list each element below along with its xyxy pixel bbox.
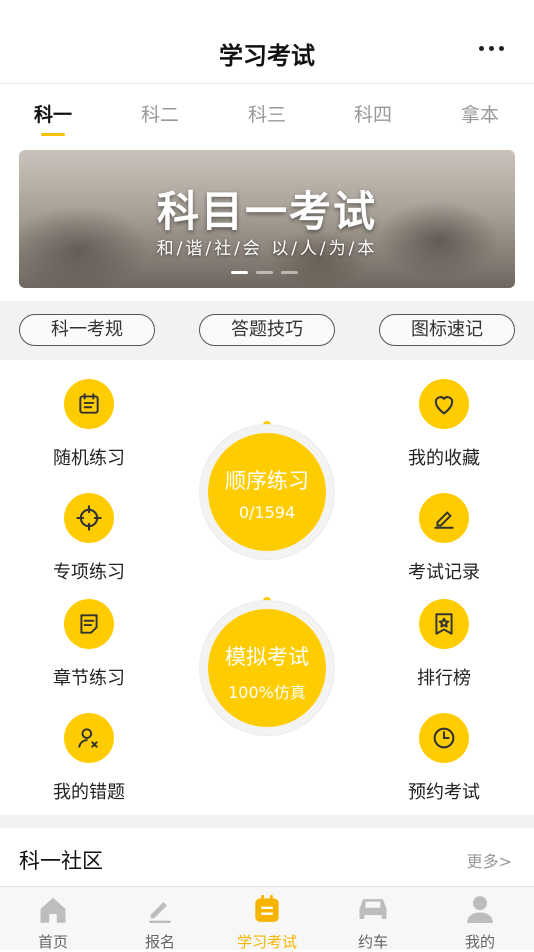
page-title: 学习考试 [219,42,315,70]
topic-practice-label: 专项练习 [53,562,125,583]
community-more-link[interactable]: 更多> [467,848,512,872]
banner-dot [281,271,298,274]
heart-icon [419,379,469,429]
mock-exam-subtitle: 100%仿真 [228,683,306,702]
mock-exam-button[interactable]: 模拟考试 100%仿真 [208,609,326,727]
promo-banner[interactable]: 科目一考试 和/谐/社/会 以/人/为/本 [19,150,515,288]
book-exam-label: 预约考试 [408,782,480,803]
study-icon [222,893,312,925]
tab-ke4[interactable]: 科四 [333,100,413,127]
banner-pagination [231,271,298,274]
user-x-icon [64,713,114,763]
nav-book-car-label: 约车 [357,933,388,951]
section-divider [0,815,534,828]
crosshair-icon [64,493,114,543]
nav-signup-label: 报名 [144,933,175,951]
header: 学习考试 [0,0,534,84]
sequence-practice-button[interactable]: 顺序练习 0/1594 [208,433,326,551]
nav-signup[interactable]: 报名 [115,893,205,952]
sequence-practice-label: 顺序练习 [225,469,309,493]
document-icon [64,599,114,649]
wrong-questions-label: 我的错题 [53,782,125,803]
mock-exam-label: 模拟考试 [225,645,309,669]
bottom-nav: 首页 报名 学习考试 约车 我的 [0,886,534,952]
wrong-questions-button[interactable]: 我的错题 [24,713,154,804]
sequence-progress: 0/1594 [238,503,296,522]
more-dots-icon[interactable] [479,46,504,51]
banner-subtitle: 和/谐/社/会 以/人/为/本 [156,239,378,259]
ranking-badge-icon [419,599,469,649]
nav-study-label: 学习考试 [236,933,297,951]
nav-study[interactable]: 学习考试 [222,893,312,952]
ranking-button[interactable]: 排行榜 [379,599,509,690]
nav-mine[interactable]: 我的 [435,893,525,952]
nav-home[interactable]: 首页 [8,893,98,952]
chapter-practice-label: 章节练习 [53,668,125,689]
pencil-icon [115,893,205,925]
tab-ke2[interactable]: 科二 [120,100,200,127]
car-icon [328,893,418,925]
book-exam-button[interactable]: 预约考试 [379,713,509,804]
answer-tips-button[interactable]: 答题技巧 [199,314,335,346]
nav-book-car[interactable]: 约车 [328,893,418,952]
sequence-practice-ring: 顺序练习 0/1594 [200,425,334,559]
subject-tabs: 科一 科二 科三 科四 拿本 [0,84,534,140]
mock-exam-ring: 模拟考试 100%仿真 [200,601,334,735]
nav-mine-label: 我的 [464,933,495,951]
community-title: 科一社区 [19,849,103,873]
banner-dot [256,271,273,274]
person-icon [435,893,525,925]
sign-memory-button[interactable]: 图标速记 [379,314,515,346]
clock-icon [419,713,469,763]
home-icon [8,893,98,925]
edit-icon [419,493,469,543]
tab-naben[interactable]: 拿本 [440,100,520,127]
quick-links: 科一考规 答题技巧 图标速记 [0,301,534,360]
tab-ke1[interactable]: 科一 [13,100,93,136]
banner-dot [231,271,248,274]
exam-records-button[interactable]: 考试记录 [379,493,509,584]
exam-rules-button[interactable]: 科一考规 [19,314,155,346]
topic-practice-button[interactable]: 专项练习 [24,493,154,584]
chapter-practice-button[interactable]: 章节练习 [24,599,154,690]
nav-home-label: 首页 [37,933,68,951]
ranking-label: 排行榜 [417,668,471,689]
random-practice-button[interactable]: 随机练习 [24,379,154,470]
favorites-button[interactable]: 我的收藏 [379,379,509,470]
random-practice-label: 随机练习 [53,448,125,469]
calendar-check-icon [64,379,114,429]
tab-ke3[interactable]: 科三 [227,100,307,127]
favorites-label: 我的收藏 [408,448,480,469]
exam-records-label: 考试记录 [408,562,480,583]
banner-title: 科目一考试 [156,187,377,236]
